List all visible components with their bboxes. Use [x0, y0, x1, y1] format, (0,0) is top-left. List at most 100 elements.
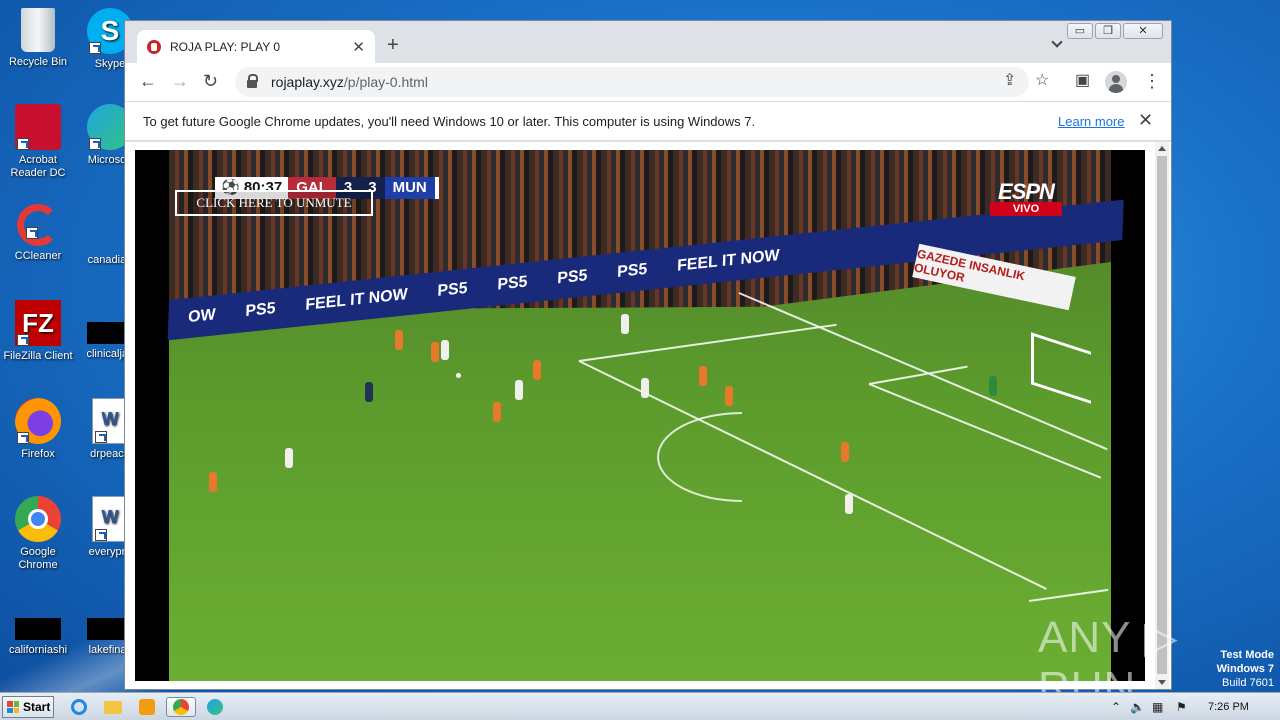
ad-text: PS5 — [437, 279, 468, 300]
referee-marker — [365, 382, 373, 402]
acrobat-icon — [15, 104, 61, 150]
restore-button[interactable]: ❐ — [1095, 23, 1121, 39]
desktop-icon-acrobat[interactable]: Acrobat Reader DC — [0, 104, 76, 180]
desktop-icon-label: FileZilla Client — [3, 350, 73, 362]
ad-text: PS5 — [497, 273, 528, 294]
word-document-icon: W — [92, 496, 128, 542]
ccleaner-icon — [17, 204, 59, 246]
desktop-icon-label: californiashi — [8, 644, 68, 656]
windows-logo-icon — [7, 701, 19, 713]
infobar-close-icon[interactable]: ✕ — [1138, 110, 1153, 131]
chrome-icon — [15, 496, 61, 542]
desktop-icon-label: Firefox — [21, 448, 55, 460]
back-arrow-icon[interactable]: ← — [139, 71, 157, 92]
close-window-button[interactable]: ✕ — [1123, 23, 1163, 39]
penalty-arc — [657, 412, 742, 502]
start-label: Start — [23, 700, 51, 714]
espn-logo: ESPN VIVO — [990, 179, 1062, 216]
ad-text: PS5 — [556, 267, 588, 288]
share-icon[interactable]: ⇪ — [1003, 70, 1016, 90]
media-player-icon[interactable] — [136, 697, 158, 717]
player-marker — [515, 380, 523, 400]
lock-icon[interactable] — [247, 74, 258, 88]
video-frame: OW PS5 FEEL IT NOW PS5 PS5 PS5 PS5 FEEL … — [167, 150, 1124, 681]
player-marker — [841, 442, 849, 462]
update-infobar: To get future Google Chrome updates, you… — [125, 101, 1171, 141]
firefox-icon — [15, 398, 61, 444]
player-marker — [533, 360, 541, 380]
recycle-bin-icon — [21, 8, 55, 52]
url-path: /p/play-0.html — [343, 74, 428, 90]
browser-tab[interactable]: ROJA PLAY: PLAY 0 ✕ — [137, 30, 375, 63]
player-marker — [395, 330, 403, 350]
filezilla-icon: FZ — [15, 300, 61, 346]
scroll-up-arrow-icon[interactable] — [1158, 146, 1166, 151]
desktop-icon-recycle-bin[interactable]: Recycle Bin — [0, 8, 76, 69]
player-marker — [725, 386, 733, 406]
minimize-button[interactable]: ▭ — [1067, 23, 1093, 39]
scroll-thumb[interactable] — [1157, 156, 1167, 674]
player-marker — [209, 472, 217, 492]
side-panel-icon[interactable]: ▣ — [1075, 70, 1090, 90]
learn-more-link[interactable]: Learn more — [1058, 114, 1124, 129]
url-host: rojaplay.xyz — [271, 74, 344, 90]
desktop-icon-label: Google Chrome — [18, 546, 58, 571]
new-tab-button[interactable]: + — [387, 34, 399, 57]
ball — [456, 373, 461, 378]
taskbar-clock[interactable]: 7:26 PM — [1208, 701, 1249, 713]
volume-icon[interactable]: 🔈 — [1130, 700, 1145, 714]
pitch-line — [578, 323, 837, 362]
address-bar[interactable]: rojaplay.xyz/p/play-0.html — [235, 67, 1029, 97]
start-button[interactable]: Start — [2, 696, 54, 718]
player-marker — [621, 314, 629, 334]
rojaplay-favicon-icon — [147, 39, 161, 54]
player-marker — [493, 402, 501, 422]
tab-close-icon[interactable]: ✕ — [352, 38, 365, 56]
edge-taskbar-icon[interactable] — [204, 697, 226, 717]
unmute-button[interactable]: CLICK HERE TO UNMUTE — [175, 190, 373, 216]
desktop-icon-ccleaner[interactable]: CCleaner — [0, 204, 76, 263]
goal-frame — [1031, 332, 1091, 404]
internet-explorer-icon[interactable] — [68, 697, 90, 717]
player-marker — [441, 340, 449, 360]
file-explorer-icon[interactable] — [102, 697, 124, 717]
player-marker — [285, 448, 293, 468]
ad-text: PS5 — [616, 260, 648, 282]
bookmark-star-icon[interactable]: ☆ — [1035, 70, 1049, 90]
desktop-icon-californiashi[interactable]: californiashi — [0, 618, 76, 657]
forward-arrow-icon[interactable]: → — [171, 71, 189, 92]
desktop-icon-firefox[interactable]: Firefox — [0, 398, 76, 461]
espn-wordmark: ESPN — [998, 179, 1055, 204]
profile-avatar-icon[interactable] — [1105, 71, 1127, 93]
away-team: MUN — [384, 177, 439, 199]
desktop-icon-label: Acrobat Reader DC — [10, 154, 66, 179]
show-hidden-icons-chevron-icon[interactable]: ⌃ — [1111, 700, 1121, 714]
tab-search-chevron-icon[interactable] — [1051, 36, 1063, 48]
taskbar: Start ⌃ 🔈 ▦ ⚑ 7:26 PM — [0, 692, 1280, 720]
video-player[interactable]: OW PS5 FEEL IT NOW PS5 PS5 PS5 PS5 FEEL … — [135, 150, 1145, 681]
ad-text: PS5 — [245, 299, 276, 321]
goalkeeper-marker — [989, 376, 997, 396]
page-scrollbar[interactable] — [1155, 142, 1169, 689]
word-document-icon: W — [92, 398, 128, 444]
action-center-flag-icon[interactable]: ⚑ — [1176, 700, 1187, 714]
ad-text: FEEL IT NOW — [676, 246, 780, 275]
infobar-message: To get future Google Chrome updates, you… — [143, 113, 756, 129]
live-badge: VIVO — [990, 202, 1062, 216]
kebab-menu-icon[interactable]: ⋮ — [1143, 71, 1161, 92]
desktop-icon-filezilla[interactable]: FZ FileZilla Client — [0, 300, 76, 363]
desktop-icon-chrome[interactable]: Google Chrome — [0, 496, 76, 572]
reload-icon[interactable]: ↻ — [203, 71, 218, 92]
ad-text: OW — [187, 306, 216, 327]
file-thumbnail-icon — [15, 618, 61, 640]
network-icon[interactable]: ▦ — [1152, 700, 1163, 714]
ad-text: FEEL IT NOW — [305, 285, 408, 314]
chrome-taskbar-button[interactable] — [166, 697, 196, 717]
browser-toolbar: ← → ↻ rojaplay.xyz/p/play-0.html ⇪ ☆ ▣ ⋮ — [125, 63, 1171, 101]
player-marker — [845, 494, 853, 514]
player-marker — [699, 366, 707, 386]
chrome-window: ▭ ❐ ✕ ROJA PLAY: PLAY 0 ✕ + ← → ↻ rojapl… — [124, 20, 1172, 690]
window-controls: ▭ ❐ ✕ — [1067, 23, 1163, 39]
desktop-icon-label: CCleaner — [14, 250, 62, 262]
tab-title: ROJA PLAY: PLAY 0 — [170, 39, 281, 54]
